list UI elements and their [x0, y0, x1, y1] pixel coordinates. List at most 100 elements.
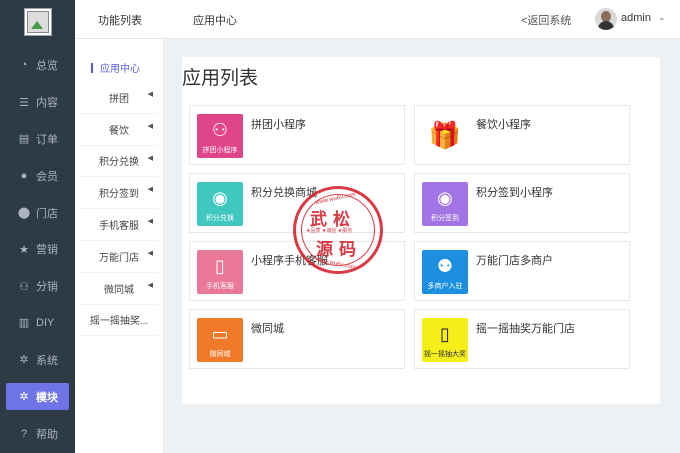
sidebar-item-label: 门店	[36, 207, 58, 220]
subnav-item-label: 摇一摇抽奖...	[89, 316, 149, 328]
back-to-system-link[interactable]: <返回系统	[521, 12, 571, 28]
sidebar-item-8[interactable]: ✲ 系统	[0, 341, 75, 378]
subnav-item[interactable]: 拼团 ◀	[80, 82, 158, 114]
app-card[interactable]: ⚇ 拼团小程序 拼团小程序	[189, 105, 405, 165]
subnav-item-label: 万能门店	[99, 252, 139, 264]
app-glyph-icon: ⚇	[211, 120, 229, 140]
subnav-item-app-center[interactable]: 应用中心	[75, 53, 163, 82]
sidebar-item-label: 内容	[36, 97, 58, 110]
app-glyph-icon: ▭	[211, 324, 229, 344]
top-header: 功能列表 应用中心 <返回系统 admin ⌄	[75, 0, 680, 39]
users-icon: ⚇	[19, 280, 29, 293]
app-card[interactable]: ▯ 摇一摇抽大奖 摇一摇抽奖万能门店	[414, 309, 630, 369]
subnav-item[interactable]: 积分签到 ◀	[80, 177, 158, 210]
sidebar-item-2[interactable]: ▤ 订单	[0, 121, 75, 158]
subnav-item[interactable]: 万能门店 ◀	[80, 241, 158, 273]
caret-left-icon: ◀	[147, 249, 153, 257]
caret-left-icon: ◀	[147, 122, 153, 130]
help-icon: ?	[20, 427, 28, 440]
app-icon-tile: ⚉ 多商户入驻	[422, 250, 468, 294]
app-list-panel: 应用列表 ⚇ 拼团小程序 拼团小程序 🎁 餐饮小程序 ◉ 积分兑换 积分兑换商城 ◉ 积分签到 积分…	[182, 57, 660, 404]
sidebar-item-label: 系统	[36, 354, 58, 367]
app-name: 摇一摇抽奖万能门店	[476, 323, 575, 335]
app-icon-tile: ▭ 微同城	[197, 318, 243, 362]
subnav-item[interactable]: 餐饮 ◀	[80, 114, 158, 146]
sidebar-item-label: DIY	[36, 316, 55, 329]
app-glyph-icon: ◉	[212, 188, 228, 208]
active-indicator	[91, 62, 93, 73]
document-icon: ▤	[18, 133, 30, 146]
app-glyph-icon: ▯	[440, 324, 450, 344]
sidebar-item-label: 营销	[36, 244, 58, 257]
sub-navigation: 应用中心 拼团 ◀ 餐饮 ◀ 积分兑换 ◀ 积分签到 ◀ 手机客服 ◀ 万能门店 ◀ 微同城 ◀ 摇一摇抽奖…	[75, 39, 164, 453]
subnav-item[interactable]: 微同城 ◀	[80, 273, 158, 305]
subnav-item-label: 手机客服	[99, 221, 139, 233]
page-title: 应用中心	[193, 15, 237, 27]
subnav-item[interactable]: 积分兑换 ◀	[80, 146, 158, 178]
sidebar-nav: ◔ 总览 ☰ 内容 ▤ 订单 ● 会员 ⬤ 门店 ★ 营销 ⚇ 分销 ▥ DIY ✲ 系统 ✲ 模块? 帮助	[0, 47, 75, 452]
app-name: 积分签到小程序	[476, 187, 553, 199]
location-pin-icon: ⬤	[17, 207, 31, 220]
app-list-heading: 应用列表	[182, 68, 259, 89]
caret-left-icon: ◀	[147, 218, 153, 226]
app-glyph-icon: ◉	[437, 188, 453, 208]
subnav-title-label: 应用中心	[100, 64, 140, 75]
app-card[interactable]: ◉ 积分签到 积分签到小程序	[414, 173, 630, 233]
sidebar-item-label: 帮助	[36, 428, 58, 441]
app-icon-tile: ▯ 摇一摇抽大奖	[422, 318, 468, 362]
sidebar-item-4[interactable]: ⬤ 门店	[0, 194, 75, 231]
list-icon: ☰	[19, 96, 29, 109]
app-icon-tile: ◉ 积分签到	[422, 182, 468, 226]
sidebar-item-9[interactable]: ✲ 模块	[6, 383, 69, 411]
app-icon-tile: ◉ 积分兑换	[197, 182, 243, 226]
sidebar-item-6[interactable]: ⚇ 分销	[0, 268, 75, 305]
app-icon-tile: 🎁	[422, 114, 468, 158]
gear-icon: ✲	[19, 354, 29, 367]
sidebar-item-10[interactable]: ? 帮助	[0, 415, 75, 452]
subnav-item-label: 拼团	[109, 93, 129, 105]
app-card[interactable]: ⚉ 多商户入驻 万能门店多商户	[414, 241, 630, 301]
app-tile-label: 积分签到	[431, 215, 459, 222]
app-tile-label: 摇一摇抽大奖	[424, 351, 466, 358]
app-card[interactable]: 🎁 餐饮小程序	[414, 105, 630, 165]
app-tile-label: 积分兑换	[206, 215, 234, 222]
sidebar-item-label: 分销	[36, 281, 58, 294]
sidebar-item-label: 会员	[36, 170, 58, 183]
sidebar-item-label: 订单	[36, 133, 58, 146]
subnav-item-label: 积分兑换	[99, 157, 139, 169]
subnav-item[interactable]: 手机客服 ◀	[80, 209, 158, 241]
app-tile-label: 微同城	[209, 351, 231, 358]
app-glyph-icon: 🎁	[428, 120, 462, 150]
app-card[interactable]: ▭ 微同城 微同城	[189, 309, 405, 369]
app-tile-label: 拼团小程序	[202, 147, 238, 154]
user-icon: ●	[20, 169, 28, 182]
app-icon-tile: ▯ 手机客服	[197, 250, 243, 294]
avatar[interactable]	[595, 8, 617, 30]
pie-chart-icon: ◔	[20, 59, 28, 72]
app-tile-label: 多商户入驻	[427, 283, 463, 290]
module-gear-icon: ✲	[19, 391, 29, 404]
caret-left-icon: ◀	[147, 154, 153, 162]
sidebar-item-3[interactable]: ● 会员	[0, 157, 75, 194]
sidebar-item-7[interactable]: ▥ DIY	[0, 305, 75, 342]
app-icon-tile: ⚇ 拼团小程序	[197, 114, 243, 158]
subnav-item-label: 积分签到	[99, 189, 139, 201]
sidebar-item-0[interactable]: ◔ 总览	[0, 47, 75, 84]
main-sidebar: ◔ 总览 ☰ 内容 ▤ 订单 ● 会员 ⬤ 门店 ★ 营销 ⚇ 分销 ▥ DIY ✲ 系统 ✲ 模块? 帮助	[0, 0, 75, 453]
subnav-item-label: 微同城	[104, 284, 134, 296]
star-icon: ★	[19, 243, 29, 256]
watermark-seal: www.wu6v.com 武松 ★品质 ★诚信 ★服务 源码 www.wu6v.…	[293, 186, 383, 274]
user-name[interactable]: admin	[621, 12, 651, 24]
chevron-down-icon[interactable]: ⌄	[658, 12, 666, 23]
app-tile-label: 手机客服	[206, 283, 234, 290]
caret-left-icon: ◀	[147, 281, 153, 289]
logo-image[interactable]	[24, 8, 52, 36]
sidebar-item-1[interactable]: ☰ 内容	[0, 84, 75, 121]
seal-text-middle: ★品质 ★诚信 ★服务	[306, 228, 353, 234]
subnav-item[interactable]: 摇一摇抽奖...	[80, 305, 158, 337]
subnav-item-label: 餐饮	[109, 125, 129, 137]
sidebar-item-5[interactable]: ★ 营销	[0, 231, 75, 268]
seal-text-bottom: 源码	[316, 240, 362, 259]
sidebar-item-label: 总览	[36, 60, 58, 73]
sidebar-item-label: 模块	[36, 391, 58, 404]
